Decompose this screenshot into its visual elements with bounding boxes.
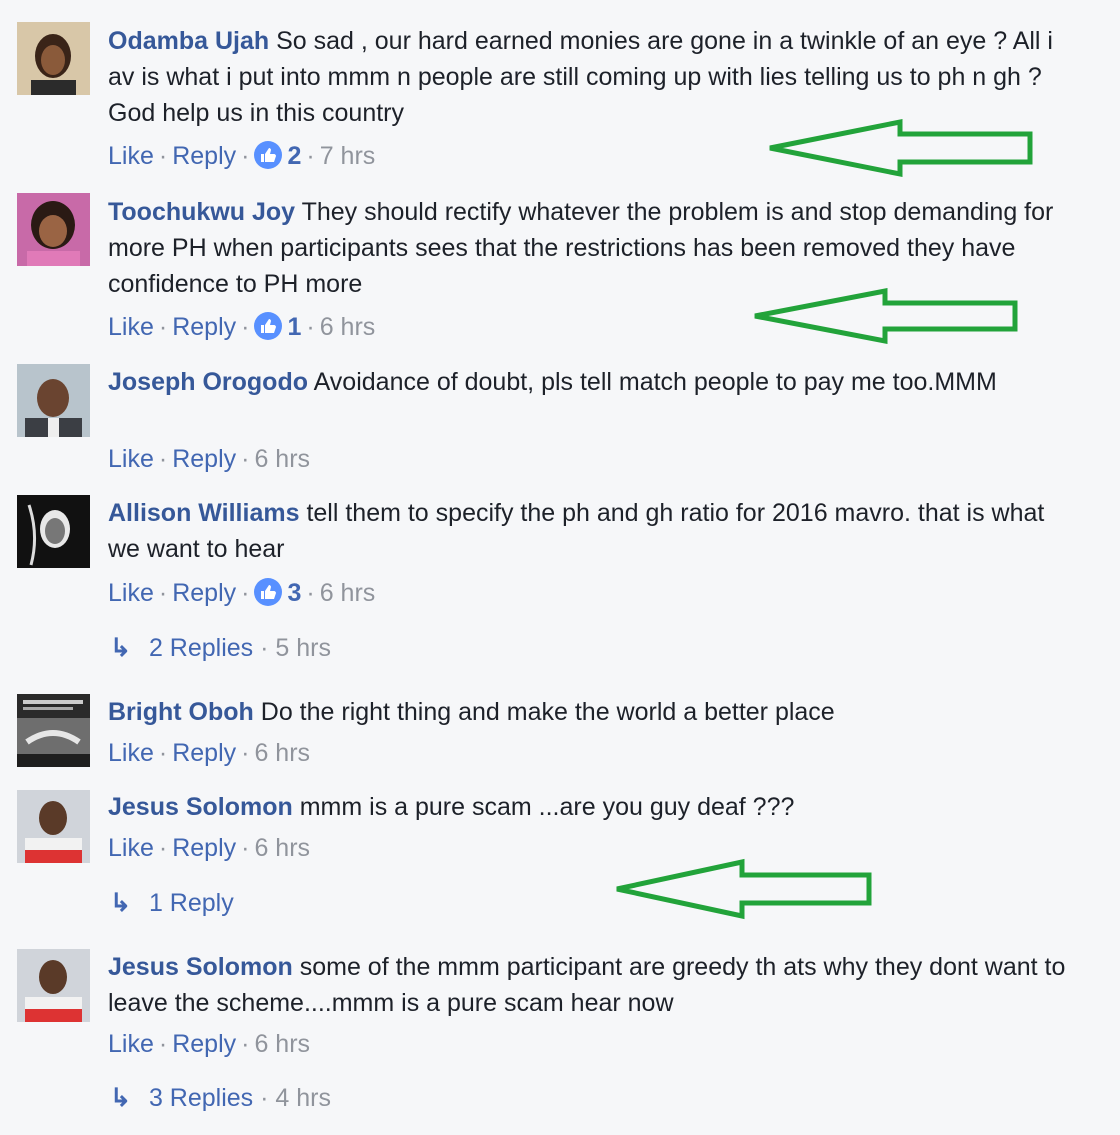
like-count[interactable]: 3 xyxy=(254,578,301,607)
view-replies-link[interactable]: ↳ 2 Replies · 5 hrs xyxy=(110,631,331,665)
comment-text: Avoidance of doubt, pls tell match peopl… xyxy=(313,368,997,396)
reply-arrow-icon: ↳ xyxy=(110,1084,131,1112)
avatar[interactable] xyxy=(17,694,90,767)
comment-text: Do the right thing and make the world a … xyxy=(260,698,835,726)
comment-body: Odamba Ujah So sad , our hard earned mon… xyxy=(108,23,1083,131)
like-link[interactable]: Like xyxy=(108,1030,154,1058)
thumbs-up-icon xyxy=(254,141,283,169)
reply-link[interactable]: Reply xyxy=(172,579,236,607)
green-arrow-icon xyxy=(754,288,1018,344)
like-count[interactable]: 2 xyxy=(254,141,301,170)
comment-time[interactable]: 7 hrs xyxy=(320,142,376,170)
comment-time[interactable]: 6 hrs xyxy=(254,834,310,862)
reply-link[interactable]: Reply xyxy=(172,313,236,341)
like-link[interactable]: Like xyxy=(108,142,154,170)
replies-time: 4 hrs xyxy=(275,1084,331,1112)
reply-link[interactable]: Reply xyxy=(172,739,236,767)
reply-link[interactable]: Reply xyxy=(172,834,236,862)
green-arrow-icon xyxy=(769,118,1033,178)
comment-actions: Like · Reply · 3 · 6 hrs xyxy=(108,578,376,607)
replies-time: 5 hrs xyxy=(275,634,331,662)
like-link[interactable]: Like xyxy=(108,579,154,607)
comment-actions: Like · Reply · 6 hrs xyxy=(108,739,311,767)
reply-link[interactable]: Reply xyxy=(172,1030,236,1058)
comment-actions: Like · Reply · 1 · 6 hrs xyxy=(108,312,376,341)
reply-link[interactable]: Reply xyxy=(172,445,236,473)
reply-arrow-icon: ↳ xyxy=(110,889,131,917)
comment-author[interactable]: Jesus Solomon xyxy=(108,793,293,821)
comment-body: Joseph Orogodo Avoidance of doubt, pls t… xyxy=(108,364,1083,400)
like-link[interactable]: Like xyxy=(108,834,154,862)
comment-body: Jesus Solomon mmm is a pure scam ...are … xyxy=(108,789,1083,825)
reply-link[interactable]: Reply xyxy=(172,142,236,170)
comment-time[interactable]: 6 hrs xyxy=(320,313,376,341)
avatar[interactable] xyxy=(17,22,90,95)
like-link[interactable]: Like xyxy=(108,739,154,767)
comment-time[interactable]: 6 hrs xyxy=(254,445,310,473)
avatar[interactable] xyxy=(17,193,90,266)
comment-author[interactable]: Toochukwu Joy xyxy=(108,198,295,226)
reply-arrow-icon: ↳ xyxy=(110,634,131,662)
like-link[interactable]: Like xyxy=(108,445,154,473)
like-link[interactable]: Like xyxy=(108,313,154,341)
thumbs-up-icon xyxy=(254,578,283,606)
comment-author[interactable]: Joseph Orogodo xyxy=(108,368,308,396)
replies-count[interactable]: 2 Replies xyxy=(149,634,253,662)
comment-time[interactable]: 6 hrs xyxy=(254,739,310,767)
comment-author[interactable]: Jesus Solomon xyxy=(108,953,293,981)
comment-text: mmm is a pure scam ...are you guy deaf ?… xyxy=(299,793,795,821)
replies-count[interactable]: 1 Reply xyxy=(149,889,234,917)
comment-actions: Like · Reply · 2 · 7 hrs xyxy=(108,141,376,170)
comment-body: Toochukwu Joy They should rectify whatev… xyxy=(108,194,1083,302)
avatar[interactable] xyxy=(17,949,90,1022)
comment-time[interactable]: 6 hrs xyxy=(254,1030,310,1058)
comment-actions: Like · Reply · 6 hrs xyxy=(108,834,311,862)
view-replies-link[interactable]: ↳ 3 Replies · 4 hrs xyxy=(110,1081,331,1115)
comment-body: Jesus Solomon some of the mmm participan… xyxy=(108,949,1083,1021)
comment-author[interactable]: Odamba Ujah xyxy=(108,27,269,55)
green-arrow-icon xyxy=(616,858,872,920)
comment-time[interactable]: 6 hrs xyxy=(320,579,376,607)
avatar[interactable] xyxy=(17,495,90,568)
avatar[interactable] xyxy=(17,364,90,437)
comment-author[interactable]: Bright Oboh xyxy=(108,698,254,726)
comment-author[interactable]: Allison Williams xyxy=(108,499,299,527)
comment-body: Allison Williams tell them to specify th… xyxy=(108,495,1083,567)
replies-count[interactable]: 3 Replies xyxy=(149,1084,253,1112)
comment-actions: Like · Reply · 6 hrs xyxy=(108,1030,311,1058)
view-replies-link[interactable]: ↳ 1 Reply xyxy=(110,886,234,920)
comment-actions: Like · Reply · 6 hrs xyxy=(108,445,311,473)
thumbs-up-icon xyxy=(254,312,283,340)
avatar[interactable] xyxy=(17,790,90,863)
comment-body: Bright Oboh Do the right thing and make … xyxy=(108,694,1083,730)
like-count[interactable]: 1 xyxy=(254,312,301,341)
